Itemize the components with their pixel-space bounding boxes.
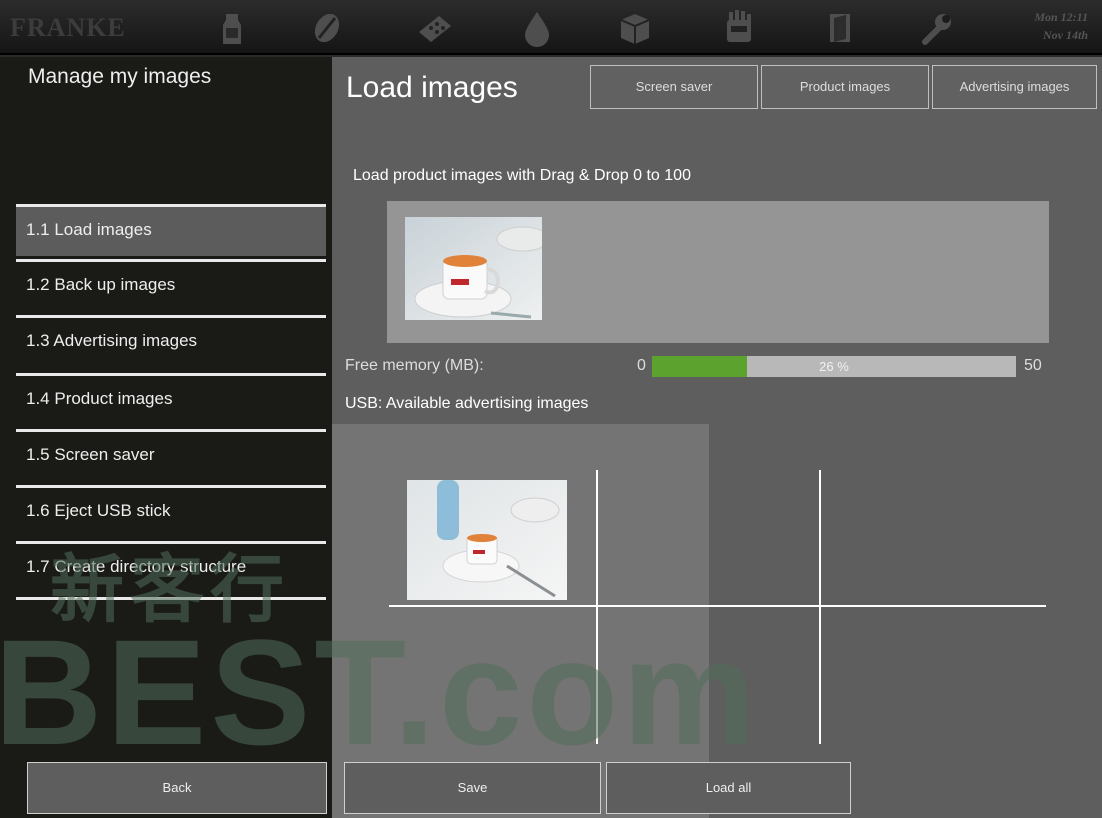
sidebar-item-label: 1.6 Eject USB stick xyxy=(26,501,171,520)
wrench-icon[interactable] xyxy=(915,8,959,48)
sidebar-title: Manage my images xyxy=(28,65,212,88)
memory-percent: 26 % xyxy=(819,359,849,374)
memory-progress-bar: 26 % xyxy=(652,356,1016,377)
memory-min: 0 xyxy=(637,357,646,374)
sidebar-item-product-images[interactable]: 1.4 Product images xyxy=(16,373,326,425)
save-button[interactable]: Save xyxy=(344,762,601,814)
coffee-bean-icon[interactable] xyxy=(305,8,349,48)
box-icon[interactable] xyxy=(613,8,657,48)
sidebar-item-create-directory[interactable]: 1.7 Create directory structure xyxy=(16,541,326,593)
memory-max: 50 xyxy=(1024,357,1042,374)
cleaning-hand-icon[interactable] xyxy=(717,8,761,48)
water-drop-icon[interactable] xyxy=(515,8,559,48)
pastry-icon[interactable] xyxy=(413,8,457,48)
tab-screen-saver[interactable]: Screen saver xyxy=(590,65,758,109)
grid-line xyxy=(596,470,598,744)
sidebar-item-advertising-images[interactable]: 1.3 Advertising images xyxy=(16,315,326,367)
sidebar-item-label: 1.5 Screen saver xyxy=(26,445,155,464)
sidebar-item-back-up-images[interactable]: 1.2 Back up images xyxy=(16,259,326,311)
clock-time: Mon 12:11 xyxy=(1034,10,1088,24)
product-image-thumbnail[interactable] xyxy=(405,217,542,320)
advertising-image-thumbnail[interactable] xyxy=(407,480,567,600)
sidebar-item-label: 1.3 Advertising images xyxy=(26,331,198,350)
drag-drop-label: Load product images with Drag & Drop 0 t… xyxy=(353,167,691,184)
top-bar: FRANKE Mon 12:11 Nov 14th xyxy=(0,0,1102,55)
sidebar-item-label: 1.4 Product images xyxy=(26,389,173,408)
sidebar-item-label: 1.7 Create directory structure xyxy=(26,557,247,576)
page-title: Load images xyxy=(346,71,518,104)
clock: Mon 12:11 Nov 14th xyxy=(1018,8,1088,44)
load-all-button[interactable]: Load all xyxy=(606,762,851,814)
usb-images-label: USB: Available advertising images xyxy=(345,395,589,412)
tab-product-images[interactable]: Product images xyxy=(761,65,929,109)
sidebar: Manage my images 1.1 Load images 1.2 Bac… xyxy=(0,57,332,818)
sidebar-item-label: 1.1 Load images xyxy=(26,220,152,239)
sidebar-item-eject-usb[interactable]: 1.6 Eject USB stick xyxy=(16,485,326,537)
franke-logo: FRANKE xyxy=(10,13,126,42)
menu-divider xyxy=(16,597,326,600)
free-memory-label: Free memory (MB): xyxy=(345,357,484,374)
main-panel: Load images Screen saver Product images … xyxy=(332,57,1102,818)
grid-line xyxy=(389,605,1046,607)
sidebar-item-label: 1.2 Back up images xyxy=(26,275,176,294)
clock-date: Nov 14th xyxy=(1043,28,1088,42)
drop-zone[interactable] xyxy=(387,201,1049,343)
sidebar-item-load-images[interactable]: 1.1 Load images xyxy=(16,204,326,256)
sidebar-item-screen-saver[interactable]: 1.5 Screen saver xyxy=(16,429,326,481)
back-button[interactable]: Back xyxy=(27,762,327,814)
tab-advertising-images[interactable]: Advertising images xyxy=(932,65,1097,109)
door-icon[interactable] xyxy=(818,8,862,48)
milk-icon[interactable] xyxy=(210,8,254,48)
grid-line xyxy=(819,470,821,744)
